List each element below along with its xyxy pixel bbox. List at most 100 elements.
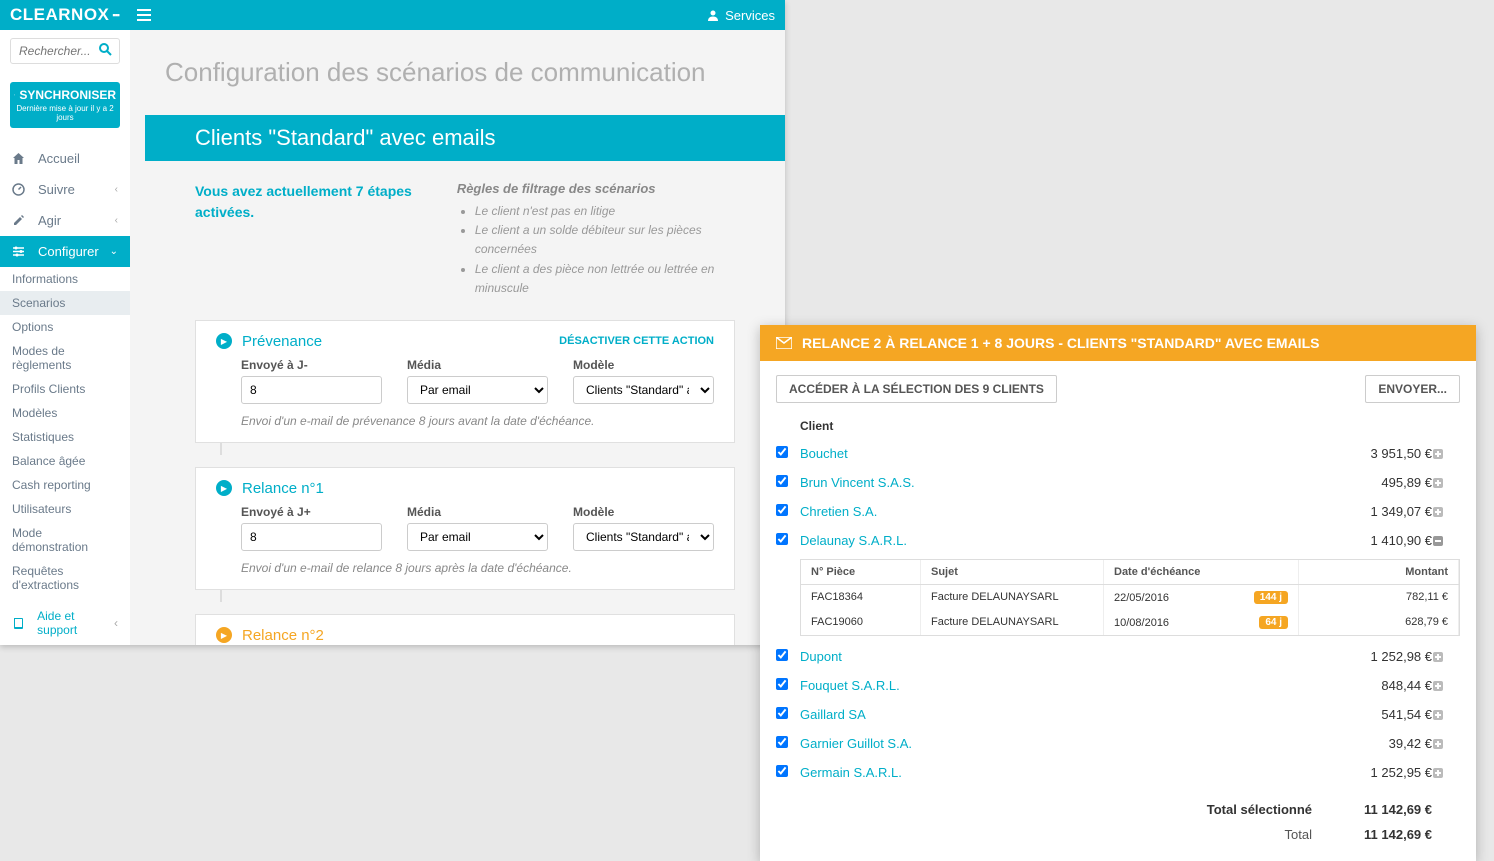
client-name-link[interactable]: Delaunay S.A.R.L.	[800, 533, 1332, 548]
field-label: Envoyé à J+	[241, 505, 382, 519]
filter-rules: Règles de filtrage des scénarios Le clie…	[457, 181, 735, 298]
client-amount: 1 252,98 €	[1332, 649, 1432, 664]
steps-count-text: Vous avez actuellement 7 étapes activées…	[195, 181, 427, 298]
send-button[interactable]: ENVOYER...	[1365, 375, 1460, 403]
nav-item-suivre[interactable]: Suivre‹	[0, 174, 130, 205]
client-checkbox[interactable]	[776, 707, 788, 719]
client-row: Chretien S.A.1 349,07 €	[776, 497, 1460, 526]
client-name-link[interactable]: Germain S.A.R.L.	[800, 765, 1332, 780]
client-checkbox[interactable]	[776, 765, 788, 777]
help-link[interactable]: Aide et support ‹	[0, 601, 130, 645]
client-checkbox[interactable]	[776, 504, 788, 516]
menu-toggle-icon[interactable]	[137, 9, 151, 21]
filter-rule: Le client n'est pas en litige	[475, 202, 735, 221]
days-input[interactable]	[241, 523, 382, 551]
template-select[interactable]: Clients "Standard" avec em...	[573, 523, 714, 551]
client-name-link[interactable]: Fouquet S.A.R.L.	[800, 678, 1332, 693]
invoice-detail-table: N° PièceSujetDate d'échéanceMontantFAC18…	[800, 559, 1460, 636]
invoice-subject: Facture DELAUNAYSARL	[921, 585, 1104, 610]
expand-toggle-icon[interactable]	[1432, 767, 1460, 779]
nav-item-agir[interactable]: Agir‹	[0, 205, 130, 236]
col-header: N° Pièce	[801, 560, 921, 584]
timeline-connector	[220, 590, 222, 602]
subnav-item[interactable]: Profils Clients	[0, 377, 130, 401]
expand-toggle-icon[interactable]	[1432, 651, 1460, 663]
totals: Total sélectionné 11 142,69 € Total 11 1…	[776, 797, 1460, 847]
topbar: CLEARNOX▪▪▪ Services	[0, 0, 785, 30]
subnav-item[interactable]: Balance âgée	[0, 449, 130, 473]
media-select[interactable]: Par email	[407, 523, 548, 551]
client-name-link[interactable]: Chretien S.A.	[800, 504, 1332, 519]
subnav-item[interactable]: Cash reporting	[0, 473, 130, 497]
step-title: Prévenance	[242, 333, 322, 350]
client-name-link[interactable]: Dupont	[800, 649, 1332, 664]
refresh-icon	[14, 89, 15, 101]
client-checkbox[interactable]	[776, 649, 788, 661]
client-name-link[interactable]: Garnier Guillot S.A.	[800, 736, 1332, 751]
subnav-item[interactable]: Informations	[0, 267, 130, 291]
nav-item-accueil[interactable]: Accueil	[0, 143, 130, 174]
client-name-link[interactable]: Brun Vincent S.A.S.	[800, 475, 1332, 490]
step-box: ▶Relance n°1Envoyé à J+MédiaPar emailMod…	[195, 467, 735, 590]
client-row: Brun Vincent S.A.S.495,89 €	[776, 468, 1460, 497]
main-nav: AccueilSuivre‹Agir‹Configurer⌄	[0, 143, 130, 267]
sync-button[interactable]: SYNCHRONISER Dernière mise à jour il y a…	[10, 82, 120, 128]
brand-logo: CLEARNOX▪▪▪	[10, 5, 119, 25]
media-select[interactable]: Par email	[407, 376, 548, 404]
expand-toggle-icon[interactable]	[1432, 680, 1460, 692]
client-table-header: Client	[776, 413, 1460, 439]
clearnox-app: CLEARNOX▪▪▪ Services SYNCHRONISER Derniè…	[0, 0, 785, 645]
client-checkbox[interactable]	[776, 736, 788, 748]
client-name-link[interactable]: Gaillard SA	[800, 707, 1332, 722]
subnav-item[interactable]: Scenarios	[0, 291, 130, 315]
client-amount: 848,44 €	[1332, 678, 1432, 693]
client-checkbox[interactable]	[776, 678, 788, 690]
invoice-row: FAC18364Facture DELAUNAYSARL22/05/201614…	[801, 585, 1459, 610]
client-row: Fouquet S.A.R.L.848,44 €	[776, 671, 1460, 700]
days-overdue-badge: 64 j	[1259, 616, 1288, 629]
subnav-item[interactable]: Modèles	[0, 401, 130, 425]
expand-toggle-icon[interactable]	[1432, 709, 1460, 721]
invoice-amount: 782,11 €	[1299, 585, 1459, 610]
expand-toggle-icon[interactable]	[1432, 448, 1460, 460]
template-select[interactable]: Clients "Standard" avec em...	[573, 376, 714, 404]
invoice-amount: 628,79 €	[1299, 610, 1459, 635]
client-name-link[interactable]: Bouchet	[800, 446, 1332, 461]
field-label: Modèle	[573, 505, 714, 519]
subnav-item[interactable]: Utilisateurs	[0, 497, 130, 521]
days-input[interactable]	[241, 376, 382, 404]
step-description: Envoi d'un e-mail de relance 8 jours apr…	[241, 561, 714, 575]
nav-item-configurer[interactable]: Configurer⌄	[0, 236, 130, 267]
subnav-item[interactable]: Mode démonstration	[0, 521, 130, 559]
invoice-date: 22/05/2016	[1114, 592, 1169, 604]
subnav-item[interactable]: Options	[0, 315, 130, 339]
client-row: Garnier Guillot S.A.39,42 €	[776, 729, 1460, 758]
filter-rule: Le client a des pièce non lettrée ou let…	[475, 260, 735, 298]
access-selection-button[interactable]: ACCÉDER À LA SÉLECTION DES 9 CLIENTS	[776, 375, 1057, 403]
client-checkbox[interactable]	[776, 446, 788, 458]
subnav-item[interactable]: Requêtes d'extractions	[0, 559, 130, 597]
step-box: ▶PrévenanceDÉSACTIVER CETTE ACTIONEnvoyé…	[195, 320, 735, 443]
subnav-item[interactable]: Modes de règlements	[0, 339, 130, 377]
sidebar: SYNCHRONISER Dernière mise à jour il y a…	[0, 30, 130, 645]
client-checkbox[interactable]	[776, 475, 788, 487]
col-header: Sujet	[921, 560, 1104, 584]
search-icon[interactable]	[99, 43, 112, 56]
sliders-icon	[12, 245, 30, 258]
field-label: Modèle	[573, 358, 714, 372]
subnav-item[interactable]: Statistiques	[0, 425, 130, 449]
invoice-subject: Facture DELAUNAYSARL	[921, 610, 1104, 635]
client-row: Gaillard SA541,54 €	[776, 700, 1460, 729]
deactivate-action-link[interactable]: DÉSACTIVER CETTE ACTION	[559, 335, 714, 347]
client-amount: 3 951,50 €	[1332, 446, 1432, 461]
services-link[interactable]: Services	[707, 8, 775, 23]
mail-icon	[776, 337, 792, 349]
client-checkbox[interactable]	[776, 533, 788, 545]
expand-toggle-icon[interactable]	[1432, 738, 1460, 750]
config-subnav: InformationsScenariosOptionsModes de règ…	[0, 267, 130, 597]
book-icon	[12, 617, 29, 630]
client-row: Bouchet3 951,50 €	[776, 439, 1460, 468]
expand-toggle-icon[interactable]	[1432, 535, 1460, 547]
expand-toggle-icon[interactable]	[1432, 477, 1460, 489]
expand-toggle-icon[interactable]	[1432, 506, 1460, 518]
